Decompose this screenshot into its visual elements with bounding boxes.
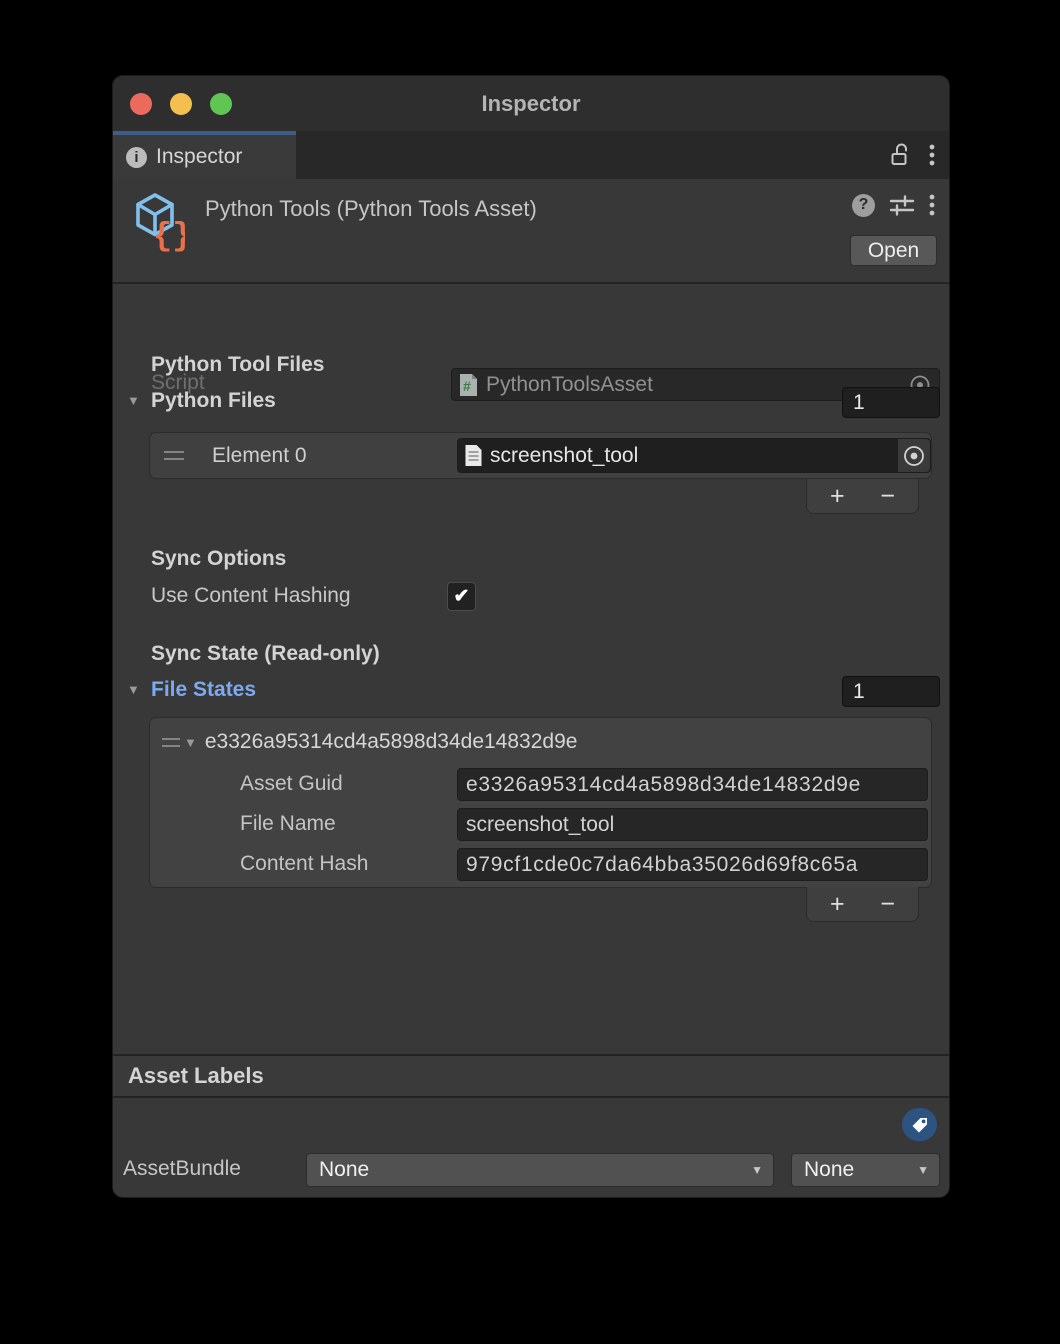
asset-guid-field[interactable]: e3326a95314cd4a5898d34de14832d9e <box>457 768 928 801</box>
script-value: PythonToolsAsset <box>486 373 653 397</box>
python-files-foldout-icon[interactable]: ▼ <box>127 393 140 408</box>
reorder-handle-icon[interactable] <box>162 738 180 747</box>
python-files-element-row: Element 0 screenshot_tool <box>149 432 932 479</box>
tab-kebab-menu-icon[interactable] <box>929 143 935 167</box>
file-name-field[interactable]: screenshot_tool <box>457 808 928 841</box>
assetbundle-dropdown[interactable]: None ▼ <box>306 1153 774 1187</box>
file-states-size-field[interactable]: 1 <box>842 676 940 707</box>
component-header: {} Python Tools (Python Tools Asset) ? <box>113 179 949 284</box>
presets-icon[interactable] <box>889 193 915 217</box>
python-files-size-field[interactable]: 1 <box>842 387 940 418</box>
remove-element-button[interactable]: − <box>868 484 908 509</box>
braces-glyph: {} <box>153 218 185 252</box>
element-object-field[interactable]: screenshot_tool <box>457 438 931 473</box>
info-icon: i <box>126 147 147 168</box>
tag-icon <box>910 1115 930 1135</box>
python-tool-files-header: Python Tool Files <box>151 353 324 377</box>
file-state-entry-box: ▼ e3326a95314cd4a5898d34de14832d9e Asset… <box>149 717 932 888</box>
entry-foldout-icon[interactable]: ▼ <box>184 735 197 750</box>
reorder-handle-icon[interactable] <box>164 451 184 460</box>
asset-labels-bar[interactable]: Asset Labels <box>113 1054 949 1098</box>
sync-state-header: Sync State (Read-only) <box>151 642 380 666</box>
asset-label-tag-button[interactable] <box>902 1108 937 1141</box>
assetbundle-selected-value: None <box>319 1158 369 1182</box>
sync-options-header: Sync Options <box>151 547 286 571</box>
add-entry-button[interactable]: + <box>817 892 857 917</box>
python-tools-asset-icon: {} <box>133 192 185 252</box>
dropdown-arrow-icon: ▼ <box>917 1163 929 1177</box>
asset-guid-value: e3326a95314cd4a5898d34de14832d9e <box>466 773 861 797</box>
component-title: Python Tools (Python Tools Asset) <box>205 196 537 222</box>
file-states-foldout-icon[interactable]: ▼ <box>127 682 140 697</box>
element-value: screenshot_tool <box>490 444 638 468</box>
help-icon[interactable]: ? <box>852 194 875 217</box>
svg-text:#: # <box>463 378 471 394</box>
window-titlebar: Inspector <box>113 76 949 131</box>
python-files-array-label[interactable]: Python Files <box>151 389 276 413</box>
asset-labels-header: Asset Labels <box>128 1063 264 1089</box>
use-content-hashing-checkbox[interactable]: ✔ <box>447 582 476 611</box>
remove-entry-button[interactable]: − <box>868 892 908 917</box>
assetbundle-variant-selected-value: None <box>804 1158 854 1182</box>
assetbundle-label: AssetBundle <box>123 1157 241 1181</box>
assetbundle-variant-dropdown[interactable]: None ▼ <box>791 1153 940 1187</box>
content-hash-field[interactable]: 979cf1cde0c7da64bba35026d69f8c65a <box>457 848 928 881</box>
file-states-add-remove-bar: + − <box>806 887 919 922</box>
inspector-window: Inspector i Inspector <box>112 75 950 1198</box>
open-button[interactable]: Open <box>850 235 937 266</box>
content-hash-value: 979cf1cde0c7da64bba35026d69f8c65a <box>466 853 858 877</box>
file-name-label: File Name <box>240 812 336 836</box>
file-states-array-label[interactable]: File States <box>151 678 256 702</box>
element-object-picker-icon[interactable] <box>898 439 930 472</box>
tab-inspector[interactable]: i Inspector <box>113 131 296 179</box>
csharp-script-icon: # <box>458 373 479 397</box>
file-name-value: screenshot_tool <box>466 813 614 837</box>
header-kebab-menu-icon[interactable] <box>929 193 935 217</box>
use-content-hashing-label: Use Content Hashing <box>151 584 351 608</box>
asset-guid-label: Asset Guid <box>240 772 343 796</box>
window-title: Inspector <box>113 76 949 131</box>
add-element-button[interactable]: + <box>817 484 857 509</box>
tab-bar: i Inspector <box>113 131 949 179</box>
unlock-icon[interactable] <box>889 142 913 168</box>
python-files-add-remove-bar: + − <box>806 479 919 514</box>
dropdown-arrow-icon: ▼ <box>751 1163 763 1177</box>
tab-label: Inspector <box>156 145 242 169</box>
entry-header-guid: e3326a95314cd4a5898d34de14832d9e <box>205 730 578 754</box>
content-hash-label: Content Hash <box>240 852 368 876</box>
element-label: Element 0 <box>212 444 307 468</box>
text-asset-icon <box>464 444 483 467</box>
checkmark-icon: ✔ <box>454 585 470 608</box>
